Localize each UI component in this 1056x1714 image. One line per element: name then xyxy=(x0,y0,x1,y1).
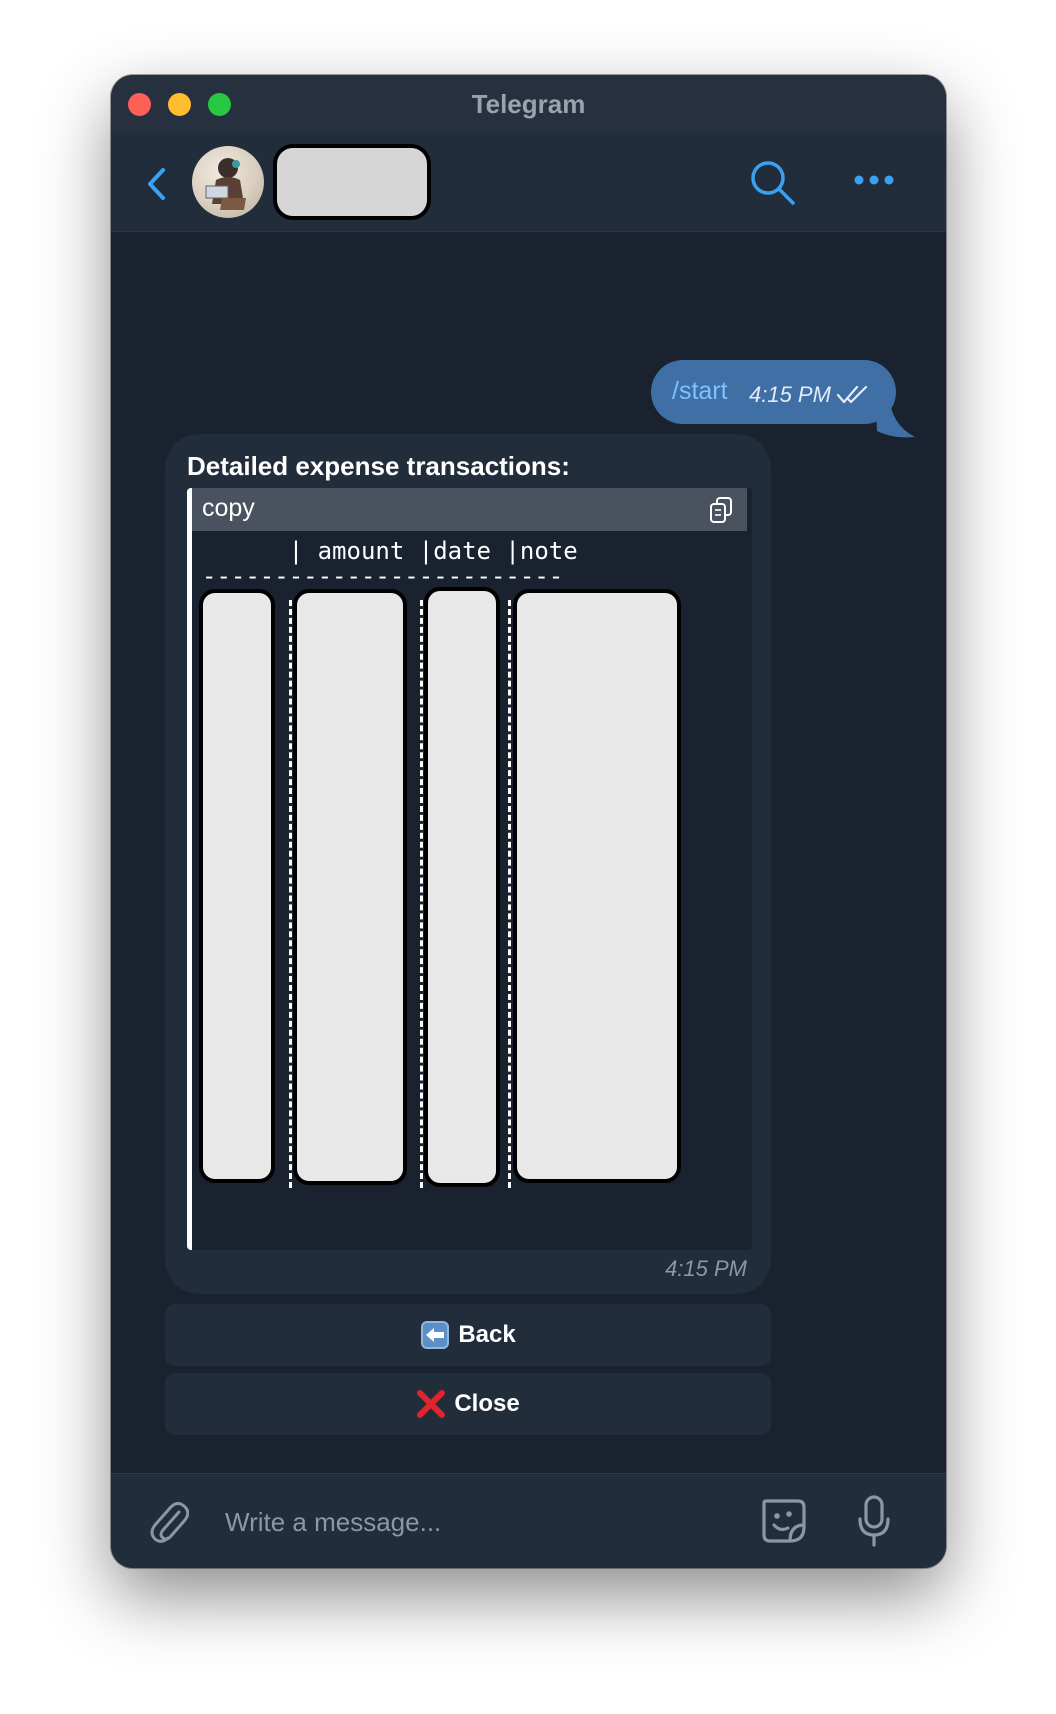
redacted-column-note xyxy=(513,589,681,1183)
more-dots-icon[interactable] xyxy=(853,170,895,190)
inline-back-label: Back xyxy=(458,1321,516,1348)
column-separator xyxy=(508,600,511,1188)
code-block-header: copy xyxy=(192,488,747,531)
inline-back-button[interactable]: Back xyxy=(165,1304,771,1366)
sticker-icon[interactable] xyxy=(758,1495,810,1547)
column-separator xyxy=(420,600,423,1188)
table-header-line: | amount |date |note xyxy=(202,537,578,565)
window-title: Telegram xyxy=(471,89,586,119)
inline-close-label: Close xyxy=(454,1390,520,1417)
code-block: copy | amount |date |note --------------… xyxy=(187,488,752,1250)
telegram-window: Telegram /start 4:15 PM Detailed expense… xyxy=(111,75,946,1568)
avatar-illustration xyxy=(205,158,246,210)
column-separator xyxy=(289,600,292,1188)
chevron-left-icon[interactable] xyxy=(145,167,169,201)
redacted-column-label xyxy=(199,589,275,1183)
code-language-label: copy xyxy=(202,494,255,522)
back-arrow-emoji-icon xyxy=(421,1321,450,1349)
microphone-icon[interactable] xyxy=(857,1495,891,1547)
redacted-column-date xyxy=(424,587,500,1187)
message-time: 4:15 PM xyxy=(749,382,831,407)
cross-mark-emoji-icon xyxy=(417,1390,446,1418)
inline-close-button[interactable]: Close xyxy=(165,1373,771,1435)
incoming-message: Detailed expense transactions: copy | am… xyxy=(165,434,771,1294)
message-input[interactable] xyxy=(223,1496,697,1548)
contact-name-redacted[interactable] xyxy=(273,144,431,220)
chat-header xyxy=(111,132,946,232)
paperclip-icon[interactable] xyxy=(149,1500,189,1544)
message-title: Detailed expense transactions: xyxy=(187,451,570,481)
avatar[interactable] xyxy=(192,146,264,218)
message-time: 4:15 PM xyxy=(665,1256,747,1281)
outgoing-message[interactable]: /start 4:15 PM xyxy=(651,360,896,424)
copy-icon[interactable] xyxy=(708,496,734,524)
message-composer xyxy=(111,1473,946,1568)
search-icon[interactable] xyxy=(748,158,796,206)
double-check-icon xyxy=(837,385,868,404)
redacted-column-amount xyxy=(293,589,407,1185)
title-bar: Telegram xyxy=(111,75,946,133)
command-link[interactable]: /start xyxy=(672,377,728,406)
table-rule-line: ------------------------- xyxy=(202,562,564,590)
